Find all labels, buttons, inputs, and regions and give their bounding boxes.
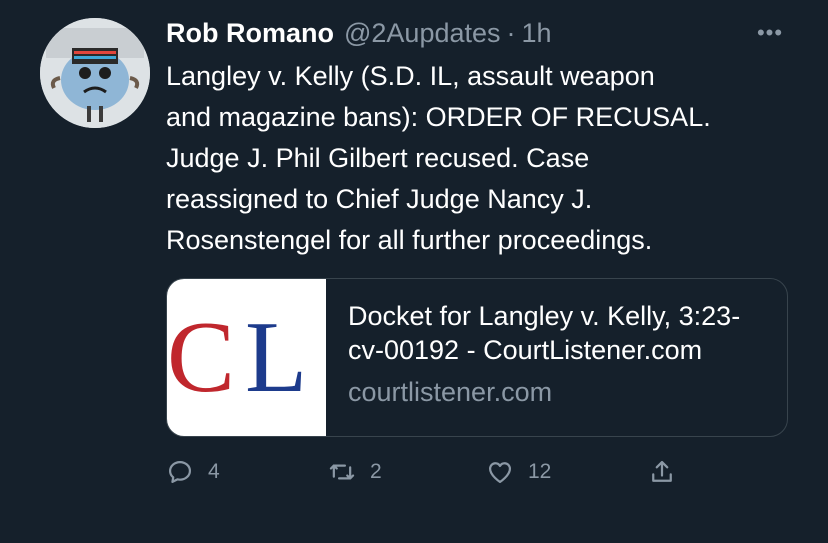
retweet-count: 2 bbox=[370, 460, 382, 483]
svg-text:C: C bbox=[167, 301, 235, 414]
tweet-actions: 4 2 12 bbox=[166, 452, 686, 492]
tweet-text: Langley v. Kelly (S.D. IL, assault weapo… bbox=[166, 61, 711, 255]
retweet-button[interactable]: 2 bbox=[328, 452, 382, 492]
more-icon: ••• bbox=[756, 20, 784, 45]
tweet: Rob Romano @2Aupdates · 1h ••• Langley v… bbox=[0, 0, 828, 543]
avatar[interactable] bbox=[40, 18, 150, 128]
heart-icon bbox=[488, 462, 512, 484]
separator-dot: · bbox=[506, 17, 516, 48]
avatar-image bbox=[40, 18, 150, 128]
reply-count: 4 bbox=[208, 460, 220, 483]
card-body: Docket for Langley v. Kelly, 3:23-cv-001… bbox=[326, 279, 787, 436]
card-domain: courtlistener.com bbox=[348, 377, 553, 407]
share-button[interactable] bbox=[648, 452, 676, 492]
tweet-timestamp[interactable]: 1h bbox=[522, 18, 552, 49]
courtlistener-logo: C L bbox=[167, 301, 307, 414]
reply-button[interactable]: 4 bbox=[166, 452, 220, 492]
card-title: Docket for Langley v. Kelly, 3:23-cv-001… bbox=[348, 301, 741, 365]
reply-icon bbox=[168, 460, 192, 484]
svg-text:L: L bbox=[245, 301, 307, 414]
more-options-button[interactable]: ••• bbox=[748, 18, 792, 48]
retweet-icon bbox=[329, 464, 355, 480]
share-icon bbox=[652, 460, 672, 482]
author-name[interactable]: Rob Romano bbox=[166, 18, 334, 49]
like-count: 12 bbox=[528, 460, 552, 483]
card-thumbnail: C L bbox=[167, 279, 326, 436]
like-button[interactable]: 12 bbox=[486, 452, 551, 492]
tweet-header: Rob Romano @2Aupdates · 1h bbox=[166, 14, 552, 52]
link-preview-card[interactable]: C L Docket for Langley v. Kelly, 3:23-cv… bbox=[166, 278, 788, 437]
author-handle[interactable]: @2Aupdates bbox=[344, 18, 501, 49]
